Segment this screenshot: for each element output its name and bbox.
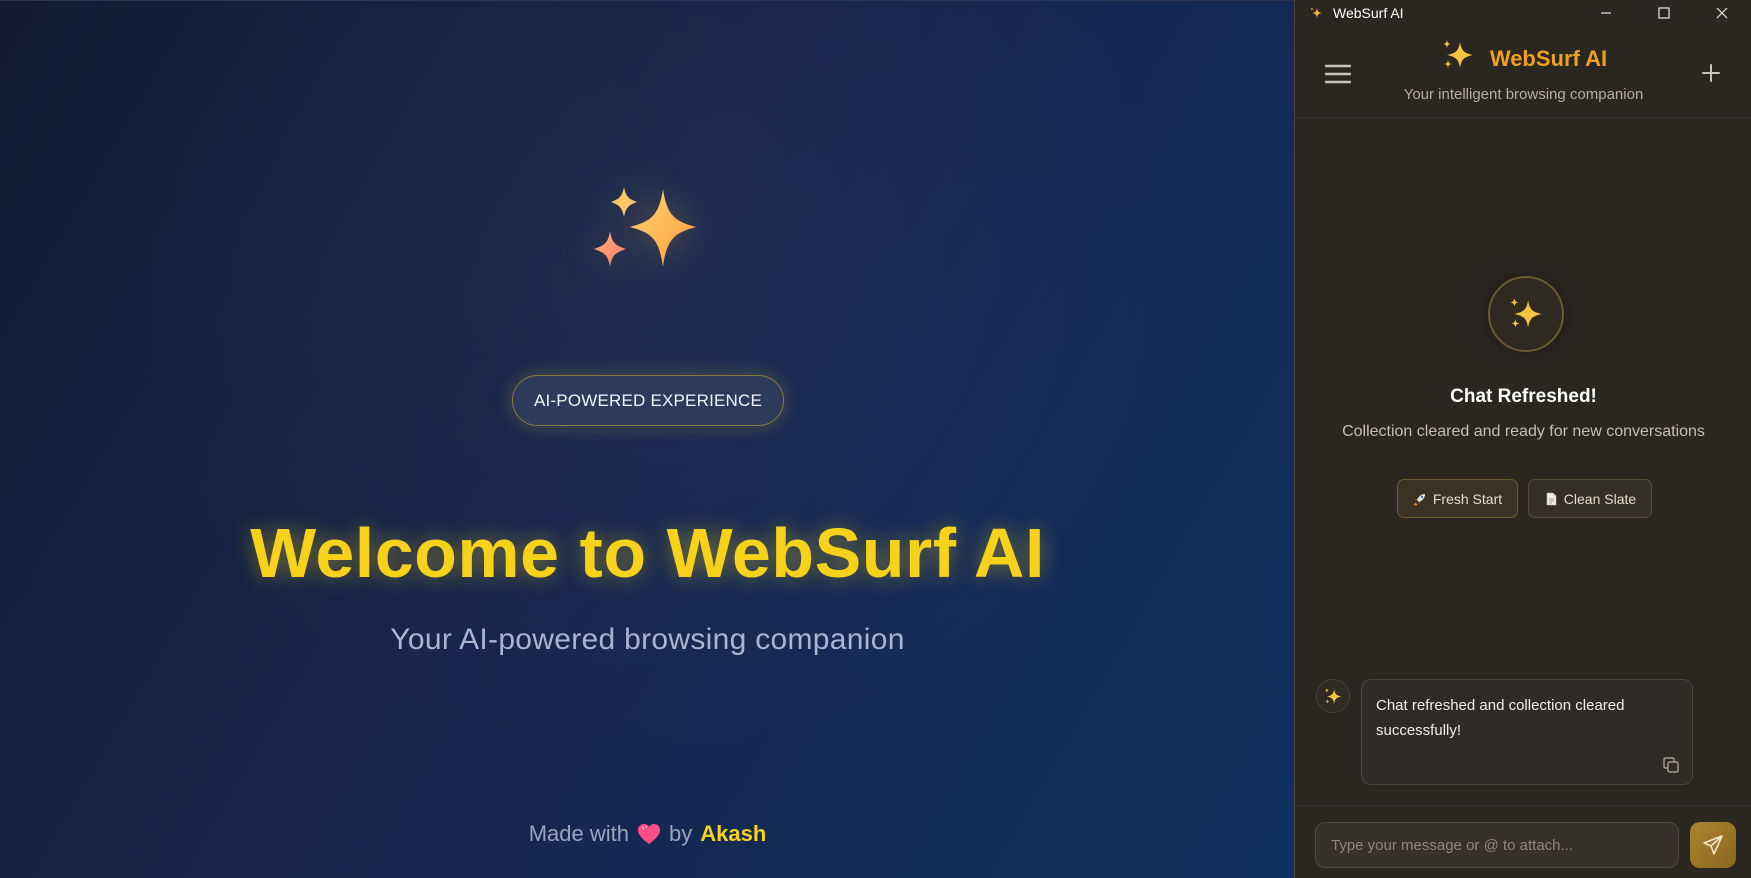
ai-powered-badge: AI-POWERED EXPERIENCE xyxy=(512,375,784,426)
panel-header: WebSurf AI Your intelligent browsing com… xyxy=(1295,26,1751,118)
sparkles-icon xyxy=(594,187,696,267)
window-title: WebSurf AI xyxy=(1333,5,1404,21)
credit-line: Made with by Akash xyxy=(0,821,1295,847)
maximize-icon xyxy=(1658,7,1670,19)
assistant-message-bubble: Chat refreshed and collection cleared su… xyxy=(1361,679,1693,785)
refresh-title: Chat Refreshed! xyxy=(1450,386,1597,407)
sparkles-icon xyxy=(1324,687,1342,704)
sparkles-icon xyxy=(1510,298,1542,328)
refresh-subtitle: Collection cleared and ready for new con… xyxy=(1342,423,1705,440)
websurf-panel: WebSurf AI WebSurf AI Your intelligent b… xyxy=(1294,0,1751,878)
brand: WebSurf AI xyxy=(1295,38,1751,72)
clean-slate-chip[interactable]: Clean Slate xyxy=(1528,479,1652,518)
close-icon xyxy=(1716,7,1728,19)
welcome-title: Welcome to WebSurf AI xyxy=(250,514,1045,592)
rocket-icon xyxy=(1413,493,1425,506)
brand-name: WebSurf AI xyxy=(1489,46,1608,71)
refresh-sparkle-badge xyxy=(1488,276,1564,352)
close-button[interactable] xyxy=(1693,0,1751,26)
assistant-message-text: Chat refreshed and collection cleared su… xyxy=(1376,697,1625,739)
welcome-subtitle: Your AI-powered browsing companion xyxy=(390,623,905,656)
brand-sparkle-icon xyxy=(1442,40,1473,68)
new-chat-plus-icon[interactable] xyxy=(1702,64,1720,82)
credit-by: by xyxy=(668,821,693,846)
message-composer xyxy=(1295,805,1751,878)
welcome-page: AI-POWERED EXPERIENCE Welcome to WebSurf… xyxy=(0,0,1295,878)
credit-author[interactable]: Akash xyxy=(700,821,766,847)
send-button[interactable] xyxy=(1690,822,1736,868)
copy-icon[interactable] xyxy=(1662,756,1680,774)
document-icon xyxy=(1546,492,1557,505)
minimize-button[interactable] xyxy=(1577,0,1635,26)
brand-tagline: Your intelligent browsing companion xyxy=(1403,86,1644,103)
fresh-start-label: Fresh Start xyxy=(1432,490,1503,507)
app-sparkle-icon xyxy=(1310,7,1322,18)
credit-prefix: Made with xyxy=(528,821,629,846)
minimize-icon xyxy=(1601,12,1611,14)
message-input[interactable] xyxy=(1315,822,1679,868)
heart-icon xyxy=(637,824,660,844)
fresh-start-chip[interactable]: Fresh Start xyxy=(1397,479,1518,518)
assistant-avatar xyxy=(1316,679,1350,713)
clean-slate-label: Clean Slate xyxy=(1563,490,1637,507)
send-icon xyxy=(1703,835,1723,855)
maximize-button[interactable] xyxy=(1635,0,1693,26)
window-titlebar[interactable]: WebSurf AI xyxy=(1295,0,1751,26)
